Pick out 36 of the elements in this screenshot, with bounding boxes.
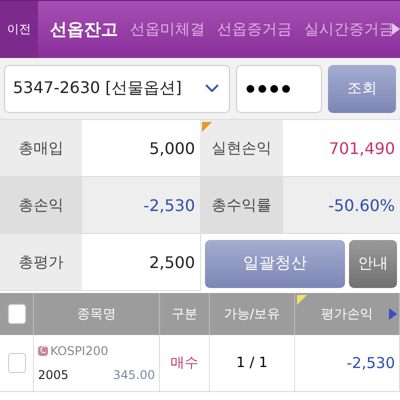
- select-all-checkbox[interactable]: [8, 304, 26, 324]
- summary-label: 실현손익: [200, 120, 283, 177]
- tab[interactable]: 선옵증거금: [217, 20, 292, 39]
- side-cell: 매수: [160, 335, 210, 392]
- password-field[interactable]: ●●●●: [236, 64, 322, 112]
- tab[interactable]: 실시간증거금: [304, 20, 394, 39]
- column-title: 평가손익: [321, 306, 373, 323]
- pnl-cell: -2,530: [295, 335, 400, 392]
- summary-label: 총수익률: [200, 177, 283, 234]
- quantity-cell: 1 / 1: [210, 335, 295, 392]
- corner-mark-icon: [297, 295, 307, 305]
- row-checkbox[interactable]: [8, 353, 26, 373]
- item-code: 2005: [38, 368, 69, 382]
- summary-label: 총손익: [0, 177, 82, 234]
- summary-label: 총매입: [0, 120, 82, 177]
- type-badge: C: [38, 346, 48, 356]
- back-button[interactable]: 이전: [0, 1, 38, 58]
- liquidate-all-button[interactable]: 일괄청산: [205, 240, 345, 288]
- scroll-right-icon[interactable]: [389, 308, 397, 320]
- item-name: KOSPI200: [50, 344, 108, 358]
- summary-value: 2,500: [82, 234, 200, 291]
- column-title: 종목명: [77, 306, 116, 323]
- scroll-right-icon[interactable]: [392, 23, 400, 35]
- chevron-down-icon: [205, 84, 219, 93]
- summary-label: 총평가: [0, 234, 82, 291]
- query-button[interactable]: 조회: [328, 64, 396, 112]
- tab[interactable]: 선옵잔고: [50, 18, 118, 41]
- summary-value: -50.60%: [283, 177, 400, 234]
- account-dropdown[interactable]: 5347-2630 [선물옵션]: [4, 64, 230, 112]
- column-title: 구분: [172, 306, 198, 323]
- column-title: 가능/보유: [224, 306, 280, 323]
- summary-value: -2,530: [82, 177, 200, 234]
- guide-button[interactable]: 안내: [349, 240, 397, 288]
- item-price: 345.00: [113, 368, 155, 382]
- tab[interactable]: 선옵미체결: [130, 20, 205, 39]
- corner-mark-icon: [202, 122, 212, 132]
